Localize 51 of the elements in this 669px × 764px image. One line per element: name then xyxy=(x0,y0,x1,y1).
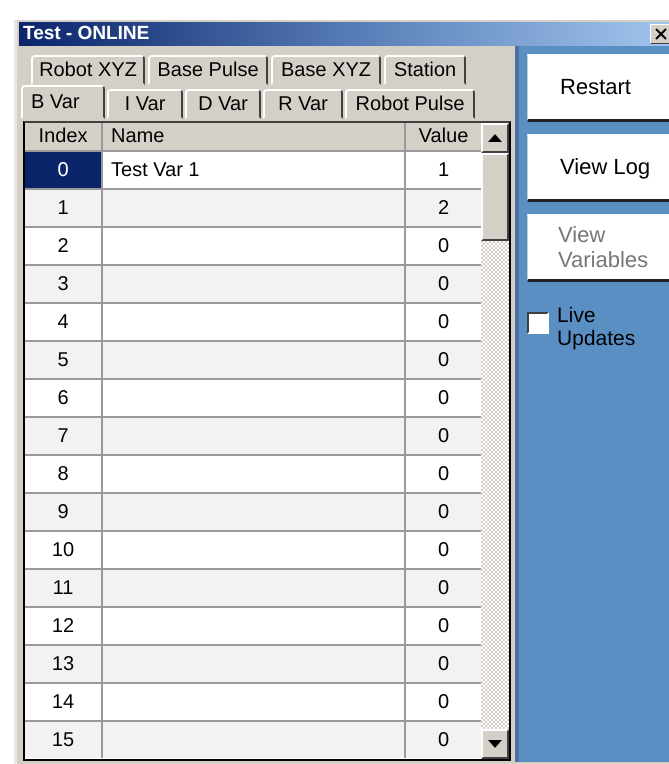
tab[interactable]: B Var xyxy=(21,85,105,119)
table-cell[interactable]: 0 xyxy=(406,304,481,340)
table-cell[interactable]: 0 xyxy=(406,684,481,720)
table-cell[interactable]: 5 xyxy=(25,342,103,378)
column-header[interactable]: Value xyxy=(406,123,481,150)
down-arrow-icon xyxy=(488,740,502,748)
table-cell[interactable]: 0 xyxy=(406,722,481,758)
action-button[interactable]: Restart xyxy=(527,54,669,122)
table-cell[interactable]: 15 xyxy=(25,722,103,758)
tab[interactable]: Base XYZ xyxy=(271,55,381,85)
checkbox-label[interactable]: Live Updates xyxy=(557,304,636,350)
column-header[interactable]: Name xyxy=(103,123,406,150)
table-cell[interactable]: 0 xyxy=(406,228,481,264)
table-cell[interactable]: 0 xyxy=(406,532,481,568)
table-cell[interactable]: 0 xyxy=(406,418,481,454)
tab[interactable]: R Var xyxy=(263,89,343,119)
action-button[interactable]: View Log xyxy=(527,134,669,202)
table-cell[interactable]: 13 xyxy=(25,646,103,682)
column-header[interactable]: Index xyxy=(25,123,103,150)
tab[interactable]: Base Pulse xyxy=(148,55,268,85)
close-icon xyxy=(655,28,667,40)
checkbox[interactable] xyxy=(527,312,549,334)
table-cell[interactable]: 0 xyxy=(406,456,481,492)
scroll-thumb[interactable] xyxy=(481,153,509,241)
window-title: Test - ONLINE xyxy=(23,23,150,45)
table-cell[interactable]: 9 xyxy=(25,494,103,530)
table-cell[interactable]: 0 xyxy=(406,266,481,302)
scrollbar[interactable] xyxy=(481,123,509,759)
table-cell[interactable]: 0 xyxy=(406,342,481,378)
scroll-up-button[interactable] xyxy=(481,123,509,153)
table-cell[interactable]: 0 xyxy=(406,608,481,644)
table-cell[interactable]: 3 xyxy=(25,266,103,302)
table-cell[interactable]: 0 xyxy=(406,380,481,416)
table-cell[interactable]: 11 xyxy=(25,570,103,606)
scroll-down-button[interactable] xyxy=(481,729,509,759)
up-arrow-icon xyxy=(488,134,502,142)
tab[interactable]: Robot XYZ xyxy=(31,55,145,85)
table-cell[interactable]: Test Var 1 xyxy=(111,158,200,182)
close-button[interactable] xyxy=(650,24,669,44)
tab[interactable]: Robot Pulse xyxy=(345,89,475,119)
table-cell[interactable]: 0 xyxy=(406,646,481,682)
table-cell[interactable]: 0 xyxy=(25,152,103,188)
table-cell[interactable]: 1 xyxy=(406,152,481,188)
table-cell[interactable]: 0 xyxy=(406,570,481,606)
tab[interactable]: D Var xyxy=(185,89,261,119)
tab[interactable]: I Var xyxy=(107,89,183,119)
tab[interactable]: Station xyxy=(384,55,466,85)
table-cell[interactable]: 0 xyxy=(406,494,481,530)
table-cell[interactable]: 2 xyxy=(406,190,481,226)
table-cell[interactable]: 7 xyxy=(25,418,103,454)
table-cell[interactable]: 1 xyxy=(25,190,103,226)
